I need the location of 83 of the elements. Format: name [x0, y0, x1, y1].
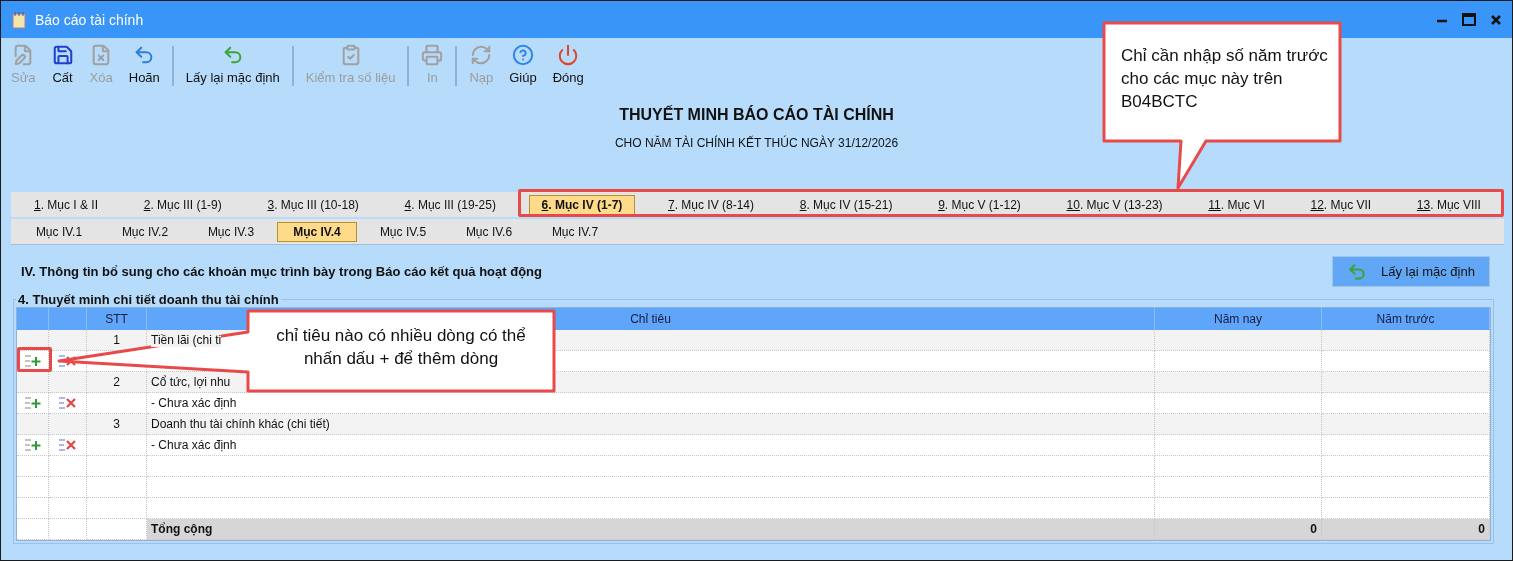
window-title: Báo cáo tài chính: [35, 11, 144, 28]
callout-text: Chỉ cần nhập số năm trước cho các mục này trên B04BCTC: [1121, 45, 1329, 113]
group-title: 4. Thuyết minh chi tiết doanh thu tài chính: [17, 292, 280, 307]
table-cell[interactable]: [1155, 456, 1322, 477]
sub-tab[interactable]: Mục IV.4: [277, 221, 357, 242]
table-cell[interactable]: [1322, 477, 1490, 498]
table-cell: [87, 498, 147, 519]
table-cell[interactable]: [1322, 330, 1490, 351]
undo-icon: [1347, 261, 1367, 282]
table-cell: 1: [87, 330, 147, 351]
table-cell: 3: [87, 414, 147, 435]
section-tab[interactable]: 13. Mục VIII: [1403, 194, 1494, 215]
table-cell[interactable]: [1155, 372, 1322, 393]
delete-row-icon[interactable]: [57, 354, 78, 368]
table-cell: 2: [87, 372, 147, 393]
table-cell: - Chưa xác định: [147, 435, 1155, 456]
help-icon: [511, 44, 534, 66]
table-cell[interactable]: [1322, 414, 1490, 435]
section-tab[interactable]: 10. Mục V (13-23): [1053, 194, 1176, 215]
maximize-icon[interactable]: [1462, 13, 1476, 26]
delete-row-icon[interactable]: [57, 438, 78, 452]
table-cell[interactable]: [1322, 393, 1490, 414]
add-row-icon[interactable]: [23, 354, 42, 368]
table-cell: 0: [1155, 519, 1322, 540]
table-cell[interactable]: [1155, 330, 1322, 351]
toolbar-button[interactable]: Hoãn: [120, 42, 168, 87]
table-cell: [49, 498, 87, 519]
toolbar-button[interactable]: Giúp: [501, 42, 545, 87]
table-cell[interactable]: [1155, 393, 1322, 414]
toolbar-button[interactable]: Lấy lại mặc định: [177, 42, 288, 87]
sub-tab[interactable]: Mục IV.3: [191, 221, 271, 242]
section-tab[interactable]: 1. Mục I & II: [21, 194, 112, 215]
total-label: Tổng cộng: [147, 519, 1155, 540]
column-header: Năm nay: [1155, 308, 1322, 330]
section-tab[interactable]: 7. Mục IV (8-14): [655, 194, 768, 215]
table-cell[interactable]: [1322, 372, 1490, 393]
table-cell: [49, 477, 87, 498]
section-heading: IV. Thông tin bổ sung cho các khoản mục trình bày trong Báo cáo kết quả hoạt động: [21, 264, 542, 279]
refresh-icon: [470, 44, 493, 66]
column-header: STT: [87, 308, 147, 330]
table-cell[interactable]: [1155, 435, 1322, 456]
add-row-icon[interactable]: [23, 396, 42, 410]
sub-tab[interactable]: Mục IV.1: [19, 221, 99, 242]
table-cell[interactable]: [1155, 414, 1322, 435]
table-cell: 0: [1322, 519, 1490, 540]
table-cell[interactable]: [1322, 351, 1490, 372]
report-title: THUYẾT MINH BÁO CÁO TÀI CHÍNH: [619, 106, 894, 124]
notepad-icon: [11, 10, 27, 29]
table-cell[interactable]: [1155, 351, 1322, 372]
section-tab[interactable]: 6. Mục IV (1-7): [528, 194, 636, 215]
column-header: Năm trước: [1322, 308, 1490, 330]
section-tab[interactable]: 2. Mục III (1-9): [130, 194, 235, 215]
table-cell[interactable]: [1155, 477, 1322, 498]
column-header: [49, 308, 87, 330]
save-icon: [51, 44, 74, 66]
section-tab[interactable]: 11. Mục VI: [1195, 194, 1278, 215]
toolbar-button[interactable]: Cất: [43, 42, 82, 87]
column-header: [17, 308, 49, 330]
table-cell[interactable]: [1322, 435, 1490, 456]
section-tab[interactable]: 3. Mục III (10-18): [254, 194, 372, 215]
delete-row-icon[interactable]: [57, 396, 78, 410]
table-cell: Doanh thu tài chính khác (chi tiết): [147, 414, 1155, 435]
table-cell[interactable]: [1322, 456, 1490, 477]
report-subtitle: CHO NĂM TÀI CHÍNH KẾT THÚC NGÀY 31/12/2026: [614, 136, 899, 150]
sub-tab[interactable]: Mục IV.2: [105, 221, 185, 242]
sub-tab[interactable]: Mục IV.5: [363, 221, 443, 242]
power-icon: [557, 44, 580, 66]
table-cell: [87, 477, 147, 498]
printer-icon: [421, 44, 444, 66]
add-row-icon[interactable]: [23, 438, 42, 452]
section-tab[interactable]: 4. Mục III (19-25): [391, 194, 509, 215]
table-cell[interactable]: [1322, 498, 1490, 519]
sub-tab[interactable]: Mục IV.6: [449, 221, 529, 242]
table-cell: [87, 456, 147, 477]
section-tab[interactable]: 8. Mục IV (15-21): [786, 194, 906, 215]
reset-default-button[interactable]: Lấy lại mặc định: [1332, 256, 1490, 287]
table-cell[interactable]: [1155, 498, 1322, 519]
sub-tab[interactable]: Mục IV.7: [535, 221, 615, 242]
table-cell: - Chưa xác định: [147, 393, 1155, 414]
section-tab[interactable]: 12. Mục VII: [1297, 194, 1385, 215]
close-icon[interactable]: [1490, 13, 1502, 26]
toolbar-button[interactable]: Đóng: [544, 42, 592, 87]
section-tab[interactable]: 9. Mục V (1-12): [925, 194, 1034, 215]
